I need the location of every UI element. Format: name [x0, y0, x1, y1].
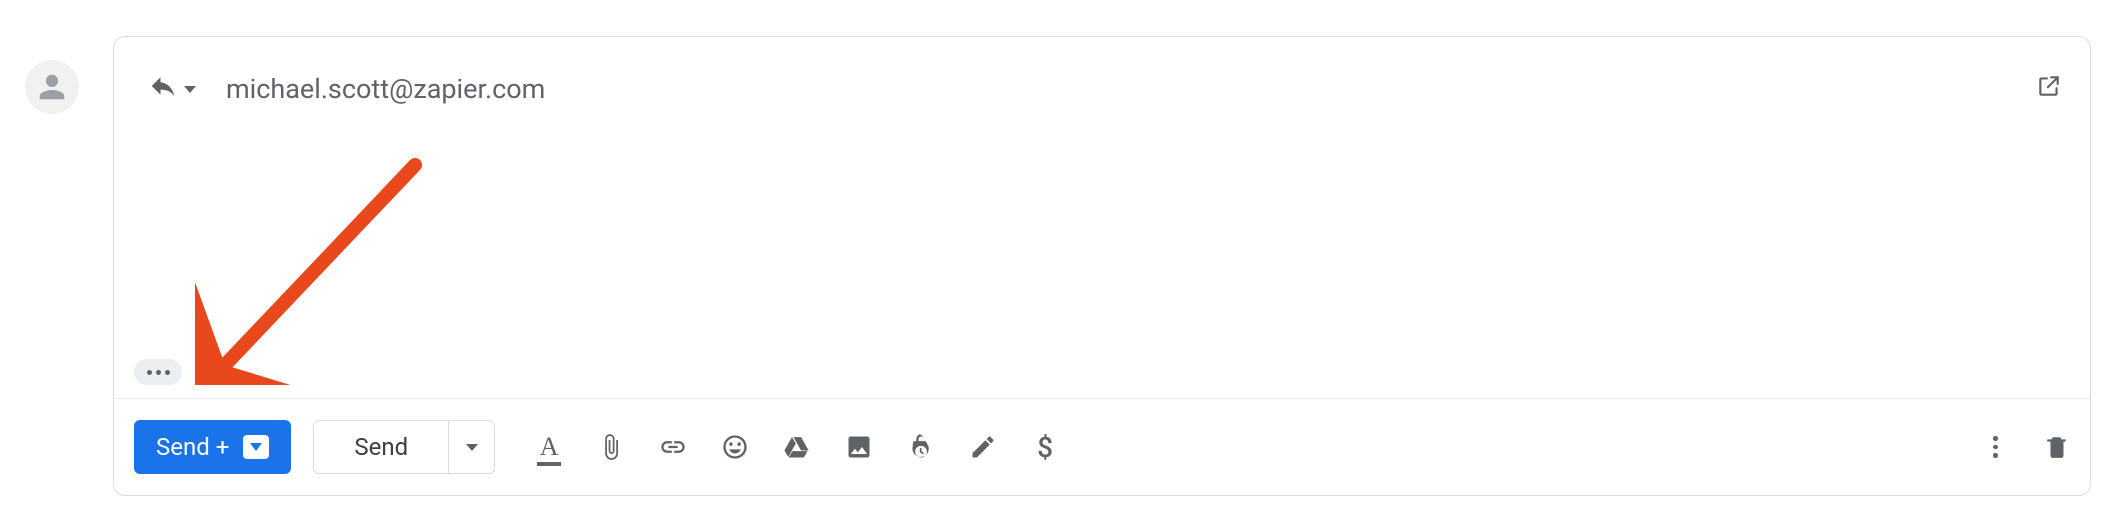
dollar-icon: $ [1037, 431, 1053, 464]
dot-icon [1993, 445, 1998, 450]
avatar [25, 60, 79, 114]
caret-down-icon [184, 86, 196, 93]
send-button-group: Send [313, 420, 495, 474]
image-icon [845, 433, 873, 461]
trash-icon [2044, 434, 2070, 460]
google-drive-icon [783, 433, 811, 461]
compose-toolbar: Send + Send A [134, 419, 2070, 475]
text-format-icon: A [540, 432, 559, 461]
confidential-mode-button[interactable] [907, 433, 935, 461]
popout-button[interactable] [2036, 73, 2062, 106]
compose-header: michael.scott@zapier.com [142, 69, 2062, 109]
compose-card: michael.scott@zapier.com Send + Send [113, 36, 2091, 496]
send-plus-label: Send + [156, 433, 229, 461]
send-options-button[interactable] [448, 421, 494, 473]
reply-icon [148, 71, 178, 108]
dot-icon [1993, 453, 1998, 458]
emoji-icon [721, 433, 749, 461]
caret-down-icon [466, 444, 478, 451]
gmail-reply-compose: michael.scott@zapier.com Send + Send [0, 0, 2116, 528]
show-trimmed-button[interactable] [134, 359, 182, 385]
lock-clock-icon [907, 433, 935, 461]
insert-image-button[interactable] [845, 433, 873, 461]
toolbar-right [1982, 434, 2070, 460]
insert-drive-button[interactable] [783, 433, 811, 461]
dot-icon [156, 370, 161, 375]
pen-icon [969, 433, 997, 461]
send-money-button[interactable]: $ [1031, 431, 1059, 464]
discard-draft-button[interactable] [2044, 434, 2070, 460]
insert-emoji-button[interactable] [721, 433, 749, 461]
link-icon [659, 433, 687, 461]
insert-link-button[interactable] [659, 433, 687, 461]
compose-body[interactable] [114, 127, 2090, 395]
recipient-chip[interactable]: michael.scott@zapier.com [226, 73, 545, 105]
dot-icon [147, 370, 152, 375]
more-options-button[interactable] [1982, 434, 2008, 460]
formatting-toolbar: A [535, 431, 1059, 464]
send-button[interactable]: Send [314, 421, 448, 473]
archive-dropdown-icon [243, 435, 269, 459]
attach-file-button[interactable] [597, 433, 625, 461]
dot-icon [165, 370, 170, 375]
send-plus-button[interactable]: Send + [134, 420, 291, 474]
dot-icon [1993, 436, 1998, 441]
text-format-button[interactable]: A [535, 432, 563, 462]
reply-type-button[interactable] [142, 69, 202, 110]
open-in-new-icon [2036, 74, 2062, 106]
insert-signature-button[interactable] [969, 433, 997, 461]
toolbar-divider [114, 398, 2090, 399]
paperclip-icon [597, 433, 625, 461]
